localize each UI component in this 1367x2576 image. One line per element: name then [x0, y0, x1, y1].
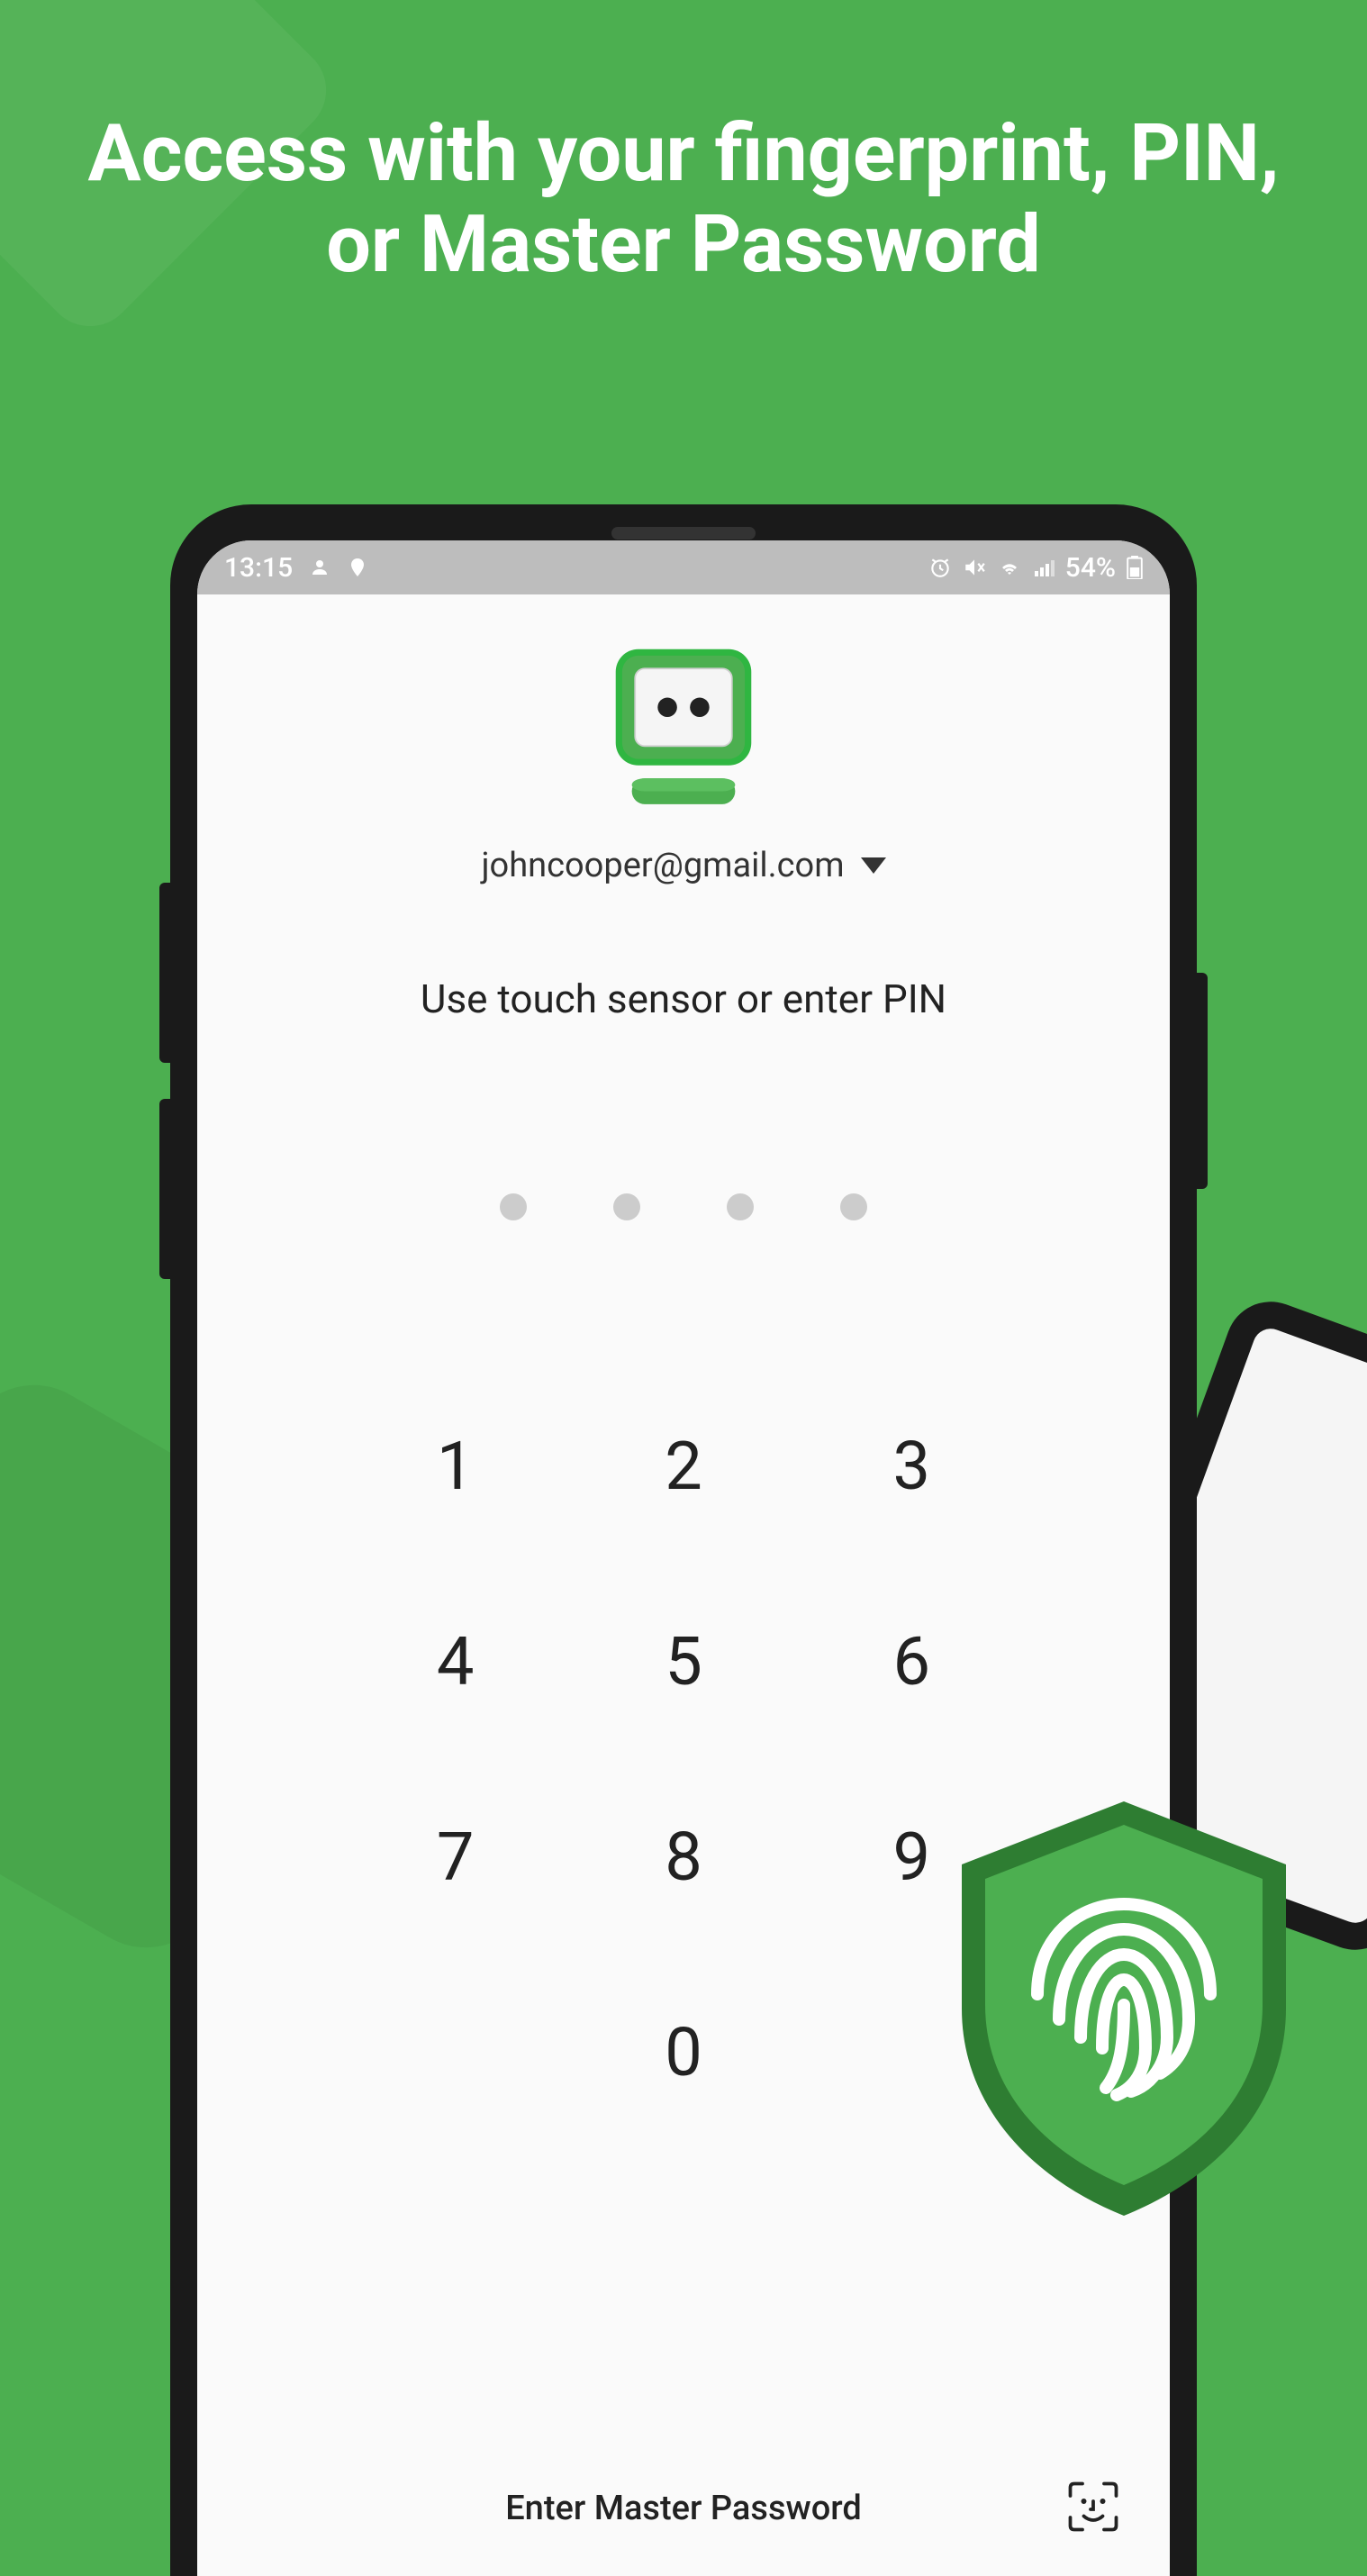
status-bar: 13:15	[197, 540, 1170, 594]
pin-dot	[727, 1193, 754, 1220]
phone-volume-button	[159, 1099, 170, 1279]
pin-dot	[613, 1193, 640, 1220]
phone-screen: 13:15	[197, 540, 1170, 2576]
status-location-icon	[347, 557, 368, 578]
app-unlock-screen: johncooper@gmail.com Use touch sensor or…	[197, 594, 1170, 2576]
face-id-button[interactable]	[1066, 2480, 1120, 2537]
keypad-6[interactable]: 6	[798, 1623, 1026, 1701]
marketing-headline: Access with your fingerprint, PIN, or Ma…	[0, 108, 1367, 290]
pin-dot	[840, 1193, 867, 1220]
signal-icon	[1033, 557, 1055, 578]
pin-indicator	[500, 1193, 867, 1220]
keypad-0[interactable]: 0	[569, 2014, 797, 2092]
status-time: 13:15	[224, 552, 293, 584]
bottom-actions: Enter Master Password	[197, 2441, 1170, 2576]
wifi-icon	[997, 557, 1022, 578]
master-password-button[interactable]: Enter Master Password	[505, 2489, 862, 2528]
status-battery-percent: 54%	[1065, 552, 1116, 584]
status-app-icon	[309, 557, 330, 578]
phone-power-button	[1197, 973, 1208, 1189]
phone-notch	[611, 527, 756, 540]
account-selector[interactable]: johncooper@gmail.com	[481, 846, 885, 885]
roboform-logo-icon	[602, 639, 765, 814]
keypad-7[interactable]: 7	[341, 1819, 569, 1897]
pin-keypad: 1 2 3 4 5 6 7 8 9 0	[341, 1428, 1026, 2092]
fingerprint-shield-badge	[935, 1792, 1313, 2225]
keypad-4[interactable]: 4	[341, 1623, 569, 1701]
account-email: johncooper@gmail.com	[481, 846, 844, 885]
keypad-2[interactable]: 2	[569, 1428, 797, 1506]
unlock-instruction: Use touch sensor or enter PIN	[421, 975, 946, 1022]
alarm-icon	[928, 556, 952, 579]
pin-dot	[500, 1193, 527, 1220]
keypad-3[interactable]: 3	[798, 1428, 1026, 1506]
keypad-8[interactable]: 8	[569, 1819, 797, 1897]
phone-volume-button	[159, 883, 170, 1063]
phone-frame: 13:15	[170, 504, 1197, 2576]
mute-icon	[963, 556, 986, 579]
battery-icon	[1127, 556, 1143, 579]
face-id-icon	[1066, 2480, 1120, 2534]
keypad-5[interactable]: 5	[569, 1623, 797, 1701]
chevron-down-icon	[861, 857, 886, 874]
keypad-1[interactable]: 1	[341, 1428, 569, 1506]
